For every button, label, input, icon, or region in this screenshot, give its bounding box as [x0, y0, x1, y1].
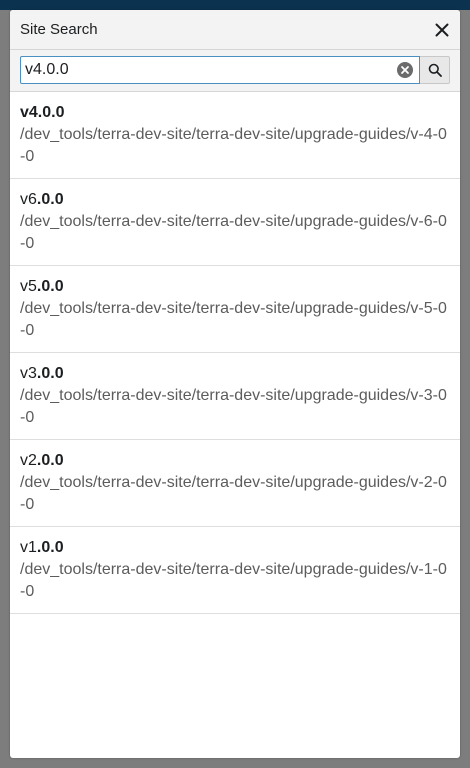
result-path: /dev_tools/terra-dev-site/terra-dev-site…	[20, 474, 447, 513]
search-result-item[interactable]: v6.0.0 /dev_tools/terra-dev-site/terra-d…	[10, 179, 460, 266]
result-path: /dev_tools/terra-dev-site/terra-dev-site…	[20, 126, 447, 165]
search-field	[20, 56, 420, 84]
close-button[interactable]	[430, 18, 454, 42]
result-path: /dev_tools/terra-dev-site/terra-dev-site…	[20, 561, 447, 600]
search-bar	[10, 50, 460, 92]
search-result-item[interactable]: v5.0.0 /dev_tools/terra-dev-site/terra-d…	[10, 266, 460, 353]
modal-title: Site Search	[20, 21, 98, 38]
page-overlay-backdrop	[0, 758, 470, 768]
site-search-modal: Site Search v4.0.0 /dev_tools/terra-dev-…	[10, 10, 460, 758]
search-submit-button[interactable]	[420, 56, 450, 84]
result-title: v4.0.0	[20, 104, 65, 121]
page-header-backdrop	[0, 0, 470, 10]
modal-header: Site Search	[10, 10, 460, 50]
result-path: /dev_tools/terra-dev-site/terra-dev-site…	[20, 213, 447, 252]
result-title: v6.0.0	[20, 191, 64, 208]
search-results-list: v4.0.0 /dev_tools/terra-dev-site/terra-d…	[10, 92, 460, 614]
search-result-item[interactable]: v3.0.0 /dev_tools/terra-dev-site/terra-d…	[10, 353, 460, 440]
search-result-item[interactable]: v2.0.0 /dev_tools/terra-dev-site/terra-d…	[10, 440, 460, 527]
search-result-item[interactable]: v1.0.0 /dev_tools/terra-dev-site/terra-d…	[10, 527, 460, 614]
result-title: v3.0.0	[20, 365, 64, 382]
search-input[interactable]	[21, 57, 391, 83]
result-path: /dev_tools/terra-dev-site/terra-dev-site…	[20, 300, 447, 339]
clear-circle-icon[interactable]	[397, 62, 413, 78]
close-icon	[435, 23, 449, 37]
search-icon	[428, 63, 442, 77]
result-title: v2.0.0	[20, 452, 64, 469]
result-title: v1.0.0	[20, 539, 64, 556]
result-title: v5.0.0	[20, 278, 64, 295]
result-path: /dev_tools/terra-dev-site/terra-dev-site…	[20, 387, 447, 426]
search-result-item[interactable]: v4.0.0 /dev_tools/terra-dev-site/terra-d…	[10, 92, 460, 179]
